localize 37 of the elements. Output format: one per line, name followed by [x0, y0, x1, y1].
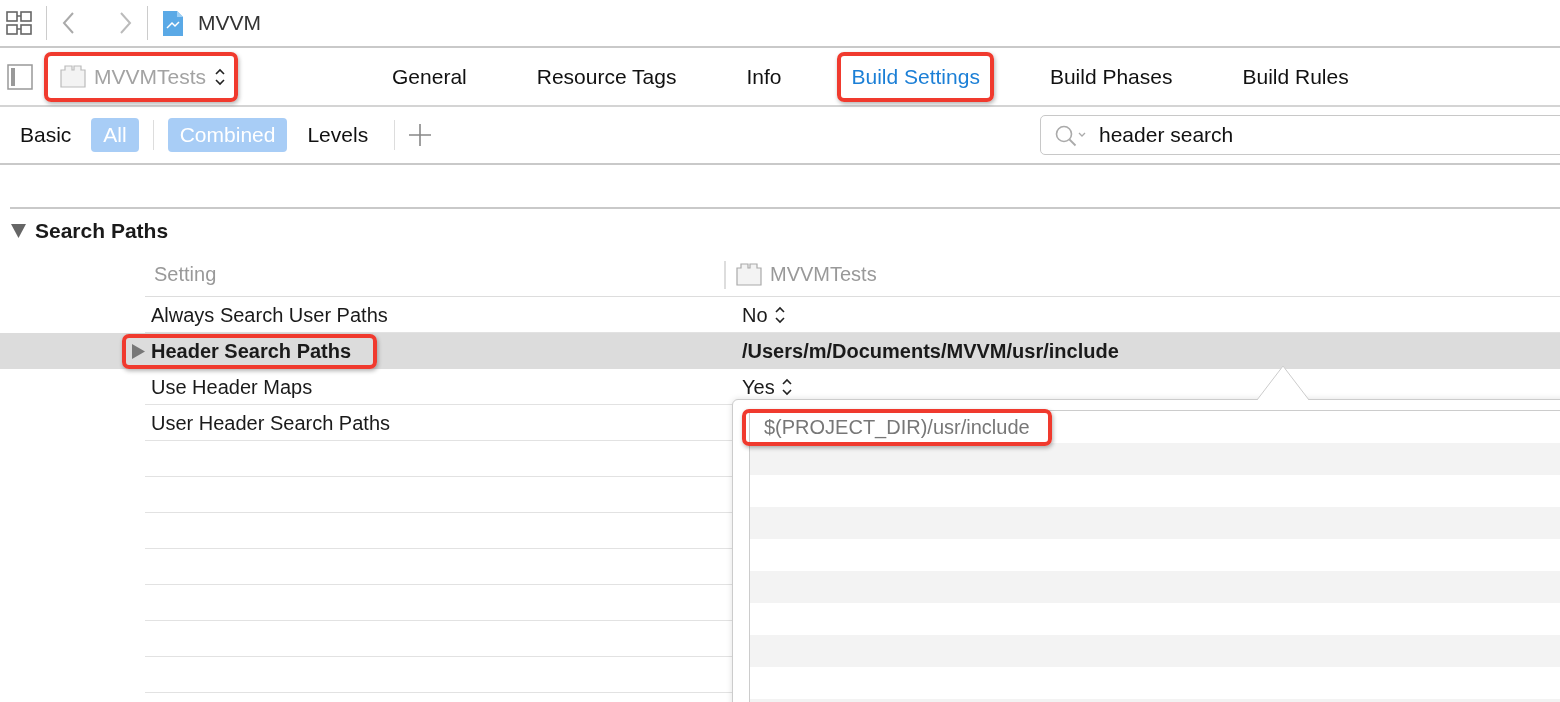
plus-icon[interactable] [409, 124, 432, 146]
tab[interactable]: Build Settings [837, 51, 994, 102]
updown-arrows-icon [780, 378, 793, 396]
setting-value: No [742, 303, 768, 327]
section-title: Search Paths [35, 219, 169, 243]
block-icon [60, 65, 86, 88]
chevron-left-icon[interactable] [61, 11, 75, 35]
setting-row[interactable]: Use Header Maps Yes [0, 369, 1560, 405]
path-entry[interactable]: $(PROJECT_DIR)/usr/include [742, 408, 1052, 446]
grid-icon[interactable] [6, 11, 32, 35]
column-header: Setting [153, 263, 218, 286]
setting-name: Use Header Maps [151, 375, 313, 399]
tab[interactable]: Build Rules [1228, 51, 1363, 102]
updown-arrows-icon [214, 67, 226, 86]
tab[interactable]: Info [732, 51, 796, 102]
setting-value: /Users/m/Documents/MVVM/usr/include [742, 339, 1119, 363]
setting-name: Always Search User Paths [151, 303, 388, 327]
block-icon [736, 263, 762, 286]
document-icon [162, 9, 184, 37]
column-header: MVVMTests [770, 263, 877, 286]
chevron-right-icon[interactable] [119, 11, 133, 35]
search-field[interactable]: header search [1040, 115, 1560, 155]
tab[interactable]: Resource Tags [522, 51, 691, 102]
filter-button[interactable]: Levels [295, 118, 381, 152]
updown-arrows-icon [773, 306, 786, 324]
setting-name: Header Search Paths [151, 339, 352, 363]
search-icon [1054, 124, 1086, 147]
setting-row[interactable]: Always Search User Paths No [0, 297, 1560, 333]
filter-button[interactable]: Basic [8, 118, 84, 152]
sidebar-toggle-icon[interactable] [7, 63, 33, 90]
disclosure-triangle-icon[interactable] [132, 343, 145, 359]
tab[interactable]: General [378, 51, 481, 102]
disclosure-triangle-icon[interactable] [11, 224, 26, 238]
tab[interactable]: Build Phases [1035, 51, 1187, 102]
breadcrumb-item[interactable]: MVVM [198, 11, 261, 35]
setting-row[interactable]: Header Search Paths /Users/m/Documents/MVVM/usr/include [0, 333, 1560, 369]
setting-value: Yes [742, 375, 775, 399]
